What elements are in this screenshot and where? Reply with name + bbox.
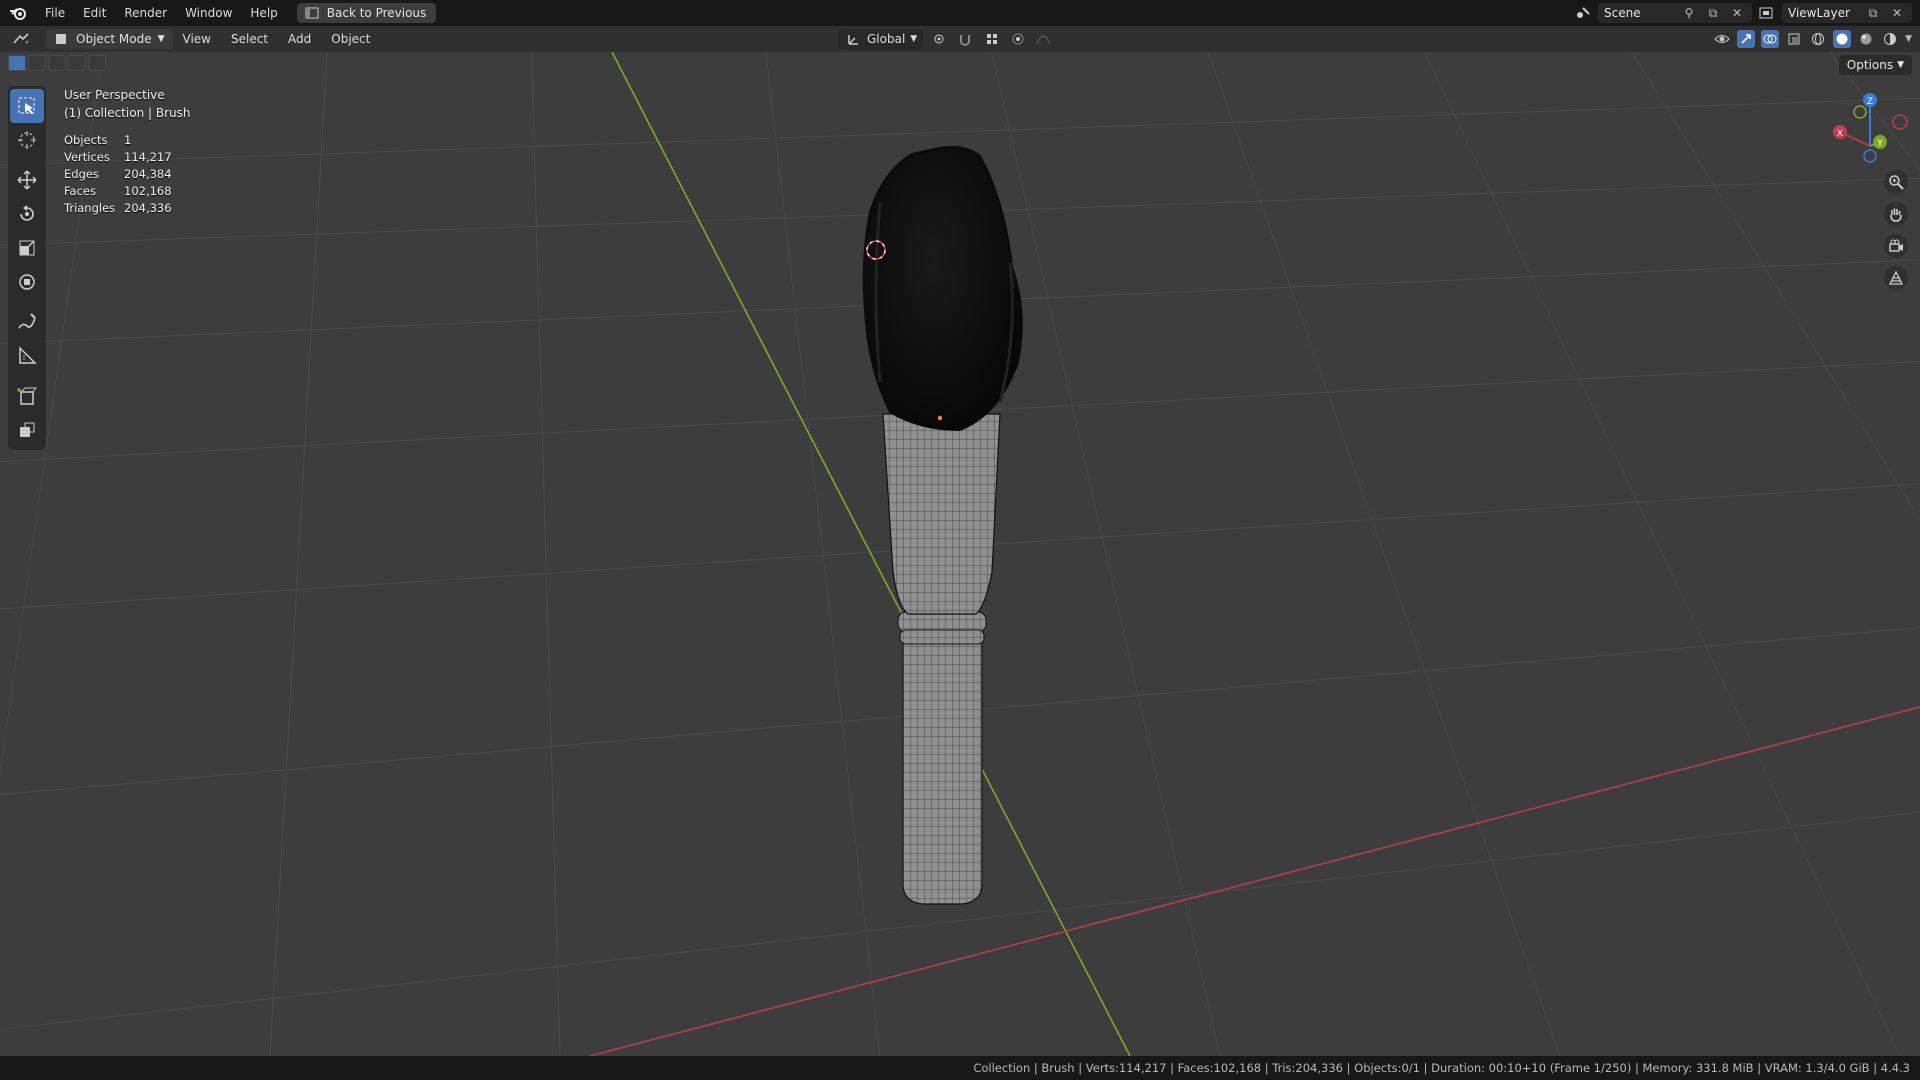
cursor-icon[interactable]	[8, 123, 46, 157]
transform-orientation-dropdown[interactable]: Global ▼	[838, 29, 924, 49]
chevron-down-icon[interactable]: ▼	[1905, 34, 1912, 44]
gizmo-icon[interactable]	[1737, 30, 1756, 48]
camera-icon[interactable]	[1884, 234, 1908, 258]
shading-solid-icon[interactable]	[1833, 30, 1852, 48]
new-scene-icon[interactable]: ⧉	[1704, 4, 1722, 22]
options-button[interactable]: Options ▼	[1838, 55, 1912, 75]
top-menu-bar: File Edit Render Window Help Back to Pre…	[0, 0, 1920, 26]
object-mode-icon	[52, 30, 70, 48]
navigation-gizmo: Z X Y	[1833, 93, 1908, 163]
shading-wireframe-icon[interactable]	[1809, 30, 1827, 48]
back-to-previous-label: Back to Previous	[326, 6, 427, 20]
viewport-scene: Z X Y	[0, 52, 1920, 1056]
menu-help[interactable]: Help	[241, 0, 286, 26]
viewport-display-tools: ▼	[1713, 29, 1912, 49]
chevron-down-icon: ▼	[910, 34, 918, 44]
scene-selector[interactable]: Scene ⚲ ⧉ ✕	[1598, 3, 1752, 23]
menu-object[interactable]: Object	[321, 32, 380, 46]
back-icon	[303, 4, 321, 22]
snap-icon[interactable]	[957, 30, 975, 48]
annotate-icon[interactable]	[8, 305, 46, 339]
menu-select[interactable]: Select	[221, 32, 278, 46]
view-layer-icon[interactable]	[1758, 4, 1776, 22]
svg-text:Y: Y	[1876, 139, 1883, 149]
xray-icon[interactable]	[1785, 30, 1803, 48]
menu-add[interactable]: Add	[278, 32, 321, 46]
select-invert-icon[interactable]	[68, 55, 86, 71]
scene-icon[interactable]	[1574, 4, 1592, 22]
transform-tools: Global ▼	[838, 29, 1053, 49]
menu-file[interactable]: File	[36, 0, 74, 26]
select-new-icon[interactable]	[8, 55, 26, 71]
chevron-down-icon: ▼	[157, 34, 165, 44]
stat-row: Triangles 204,336	[64, 201, 172, 215]
transform-orientation-label: Global	[867, 32, 906, 46]
stat-row: Vertices 114,217	[64, 150, 172, 164]
add-cube-icon[interactable]	[8, 379, 46, 413]
view-layer-selector[interactable]: ViewLayer ⧉ ✕	[1782, 3, 1912, 23]
3d-viewport[interactable]: Z X Y	[0, 52, 1920, 1056]
menu-edit[interactable]: Edit	[74, 0, 115, 26]
stat-row: Objects 1	[64, 133, 132, 147]
global-orientation-icon	[844, 30, 862, 48]
svg-text:X: X	[1837, 129, 1843, 139]
view-layer-name: ViewLayer	[1788, 6, 1850, 20]
falloff-icon[interactable]	[1035, 30, 1053, 48]
options-label: Options	[1846, 58, 1894, 72]
y-axis-line	[611, 52, 1131, 1056]
editor-type-icon[interactable]	[12, 30, 30, 48]
snap-increment-icon[interactable]	[983, 30, 1001, 48]
scene-statistics: Objects 1 Vertices 114,217 Edges 204,384 Fa…	[64, 132, 172, 217]
select-extend-icon[interactable]	[28, 55, 46, 71]
shading-rendered-icon[interactable]	[1881, 30, 1899, 48]
overlay-icon[interactable]	[1761, 30, 1780, 48]
svg-text:Z: Z	[1867, 97, 1873, 107]
zoom-icon[interactable]	[1884, 170, 1908, 194]
stat-row: Edges 204,384	[64, 167, 172, 181]
back-to-previous-button[interactable]: Back to Previous	[296, 3, 437, 23]
pivot-icon[interactable]	[931, 30, 949, 48]
visibility-icon[interactable]	[1713, 30, 1731, 48]
status-bar: Collection | Brush | Verts:114,217 | Fac…	[0, 1056, 1920, 1080]
collection-info: (1) Collection | Brush	[64, 106, 191, 120]
brush-object	[862, 146, 1023, 905]
viewport-nav-buttons	[1884, 170, 1908, 290]
x-axis-line	[589, 706, 1920, 1056]
object-mode-dropdown[interactable]: Object Mode ▼	[46, 29, 173, 49]
scale-icon[interactable]	[8, 231, 46, 265]
measure-icon[interactable]	[8, 339, 46, 373]
viewport-info: User Perspective (1) Collection | Brush	[64, 86, 190, 122]
scene-name: Scene	[1604, 6, 1641, 20]
proportional-edit-icon[interactable]	[1009, 30, 1027, 48]
ortho-grid-icon[interactable]	[1884, 266, 1908, 290]
delete-view-layer-icon[interactable]: ✕	[1888, 4, 1906, 22]
menu-render[interactable]: Render	[115, 0, 176, 26]
select-box-icon[interactable]	[10, 89, 44, 123]
stat-row: Faces 102,168	[64, 184, 172, 198]
menu-view[interactable]: View	[173, 32, 221, 46]
pan-icon[interactable]	[1884, 202, 1908, 226]
selection-mode-buttons	[8, 55, 106, 71]
blender-logo-icon[interactable]	[0, 0, 36, 26]
add-object-icon[interactable]	[8, 413, 46, 447]
new-view-layer-icon[interactable]: ⧉	[1864, 4, 1882, 22]
menu-window[interactable]: Window	[176, 0, 241, 26]
scene-controls: Scene ⚲ ⧉ ✕ ViewLayer ⧉ ✕	[1574, 0, 1920, 26]
pin-icon[interactable]: ⚲	[1680, 4, 1698, 22]
delete-scene-icon[interactable]: ✕	[1728, 4, 1746, 22]
tool-shelf	[8, 86, 46, 450]
select-intersect-icon[interactable]	[88, 55, 106, 71]
select-subtract-icon[interactable]	[48, 55, 66, 71]
viewport-header: Object Mode ▼ View Select Add Object Glo…	[0, 26, 1920, 52]
view-name: User Perspective	[64, 88, 165, 102]
object-mode-label: Object Mode	[76, 32, 152, 46]
move-icon[interactable]	[8, 163, 46, 197]
transform-icon[interactable]	[8, 265, 46, 299]
origin-point	[937, 415, 943, 421]
status-text: Collection | Brush | Verts:114,217 | Fac…	[973, 1061, 1910, 1075]
rotate-icon[interactable]	[8, 197, 46, 231]
shading-material-icon[interactable]	[1857, 30, 1875, 48]
chevron-down-icon: ▼	[1897, 60, 1904, 70]
